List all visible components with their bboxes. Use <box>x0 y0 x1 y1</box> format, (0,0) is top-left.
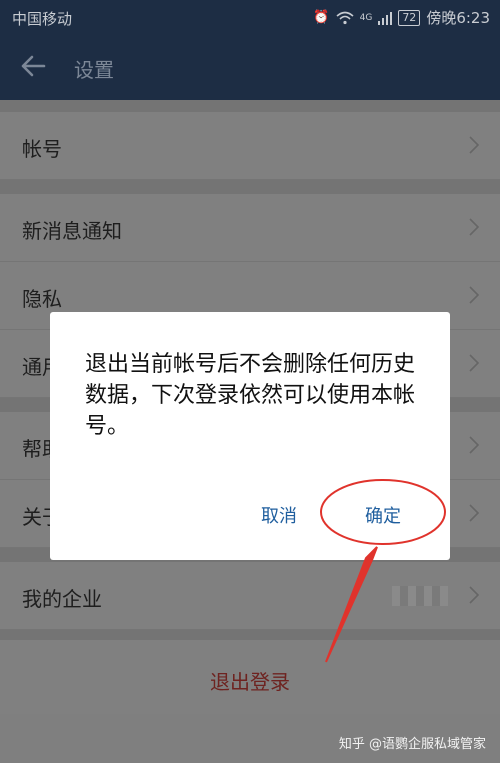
group-divider <box>0 180 500 194</box>
status-bar: 中国移动 ⏰ 4G 72 傍晚6:23 <box>0 0 500 34</box>
app-bar: 设置 <box>0 34 500 100</box>
settings-item-account[interactable]: 帐号 <box>0 112 500 180</box>
network-type-label: 4G <box>359 12 373 23</box>
clock-label: 傍晚6:23 <box>426 9 490 27</box>
chevron-right-icon <box>469 286 480 304</box>
settings-item-label: 隐私 <box>22 287 62 311</box>
chevron-right-icon <box>469 218 480 236</box>
chevron-right-icon <box>469 354 480 372</box>
group-divider <box>0 630 500 640</box>
dialog-message: 退出当前帐号后不会删除任何历史数据，下次登录依然可以使用本帐号。 <box>85 352 416 439</box>
back-arrow-icon[interactable] <box>18 51 48 81</box>
wifi-icon <box>336 11 354 24</box>
logout-row[interactable]: 退出登录 <box>0 640 500 714</box>
settings-item-label: 我的企业 <box>22 587 102 611</box>
alarm-icon: ⏰ <box>313 10 330 25</box>
status-icons: ⏰ 4G 72 傍晚6:23 <box>313 7 490 28</box>
carrier-label: 中国移动 <box>12 10 73 28</box>
settings-item-label: 帐号 <box>22 137 62 161</box>
confirm-button[interactable]: 确定 <box>365 502 401 528</box>
settings-item-label: 新消息通知 <box>22 219 122 243</box>
chevron-right-icon <box>469 136 480 154</box>
logout-confirm-dialog: 退出当前帐号后不会删除任何历史数据，下次登录依然可以使用本帐号。 取消 确定 <box>50 312 450 560</box>
redacted-value <box>392 586 448 606</box>
battery-icon: 72 <box>398 9 421 26</box>
settings-item-notifications[interactable]: 新消息通知 <box>0 194 500 262</box>
chevron-right-icon <box>469 436 480 454</box>
logout-label: 退出登录 <box>210 670 290 694</box>
group-divider <box>0 100 500 112</box>
chevron-right-icon <box>469 586 480 604</box>
signal-icon <box>378 11 393 25</box>
watermark: 知乎 @语鹦企服私域管家 <box>338 737 486 752</box>
chevron-right-icon <box>469 504 480 522</box>
page-title: 设置 <box>74 58 114 82</box>
cancel-button[interactable]: 取消 <box>261 502 297 528</box>
settings-item-my-enterprise[interactable]: 我的企业 <box>0 562 500 630</box>
